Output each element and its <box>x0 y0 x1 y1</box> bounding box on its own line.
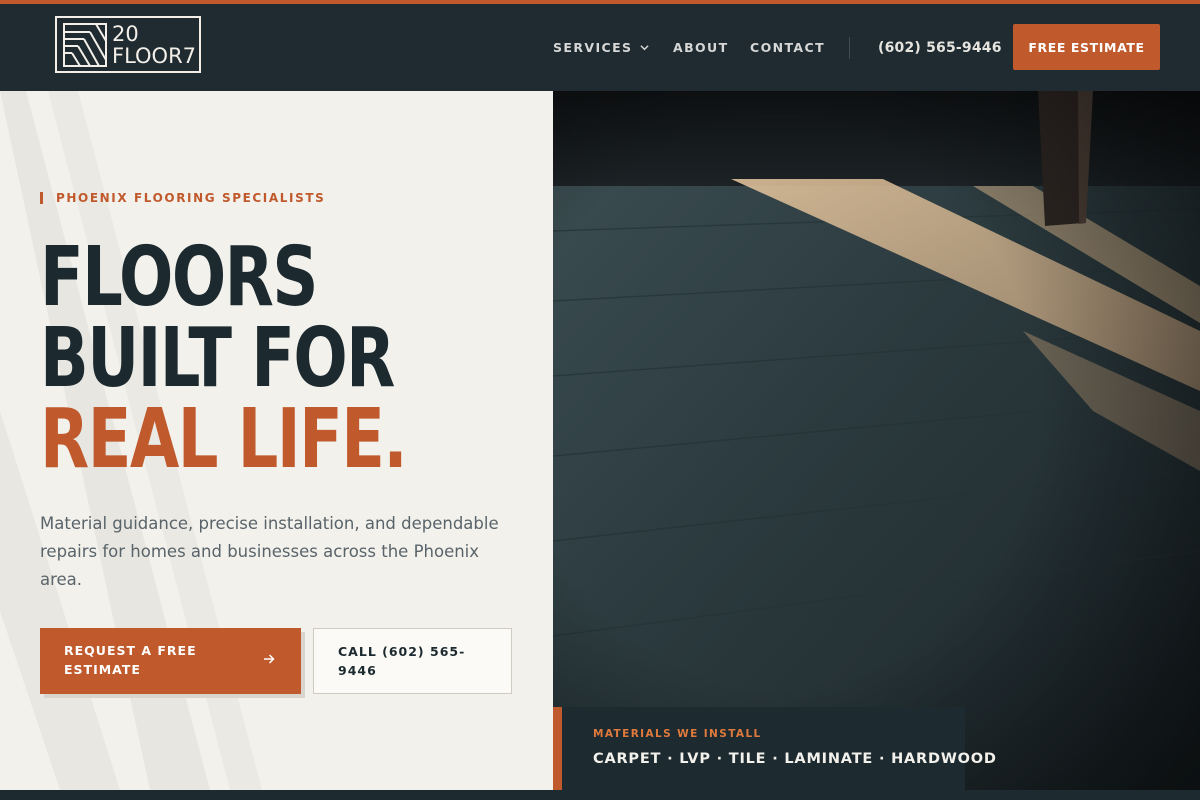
request-estimate-button[interactable]: REQUEST A FREE ESTIMATE <box>40 628 301 694</box>
site-logo[interactable]: 20 FLOOR7 <box>55 16 201 73</box>
nav-item-contact[interactable]: CONTACT <box>750 4 825 91</box>
floor-photo <box>553 91 1200 790</box>
nav-item-services[interactable]: SERVICES <box>553 4 650 91</box>
eyebrow-accent-bar <box>40 192 43 204</box>
call-button-label-1: CALL (602) 565- <box>338 644 466 659</box>
materials-list: CARPET · LVP · TILE · LAMINATE · HARDWOO… <box>593 751 997 767</box>
headline-line-3: REAL LIFE. <box>40 392 408 487</box>
hero-floor-image <box>553 91 1200 790</box>
headline-line-2: BUILT FOR <box>40 311 395 406</box>
nav-services-label: SERVICES <box>553 40 633 55</box>
hero-headline: FLOORS BUILT FOR REAL LIFE. <box>40 230 408 487</box>
next-section-strip <box>0 790 1200 800</box>
free-estimate-button[interactable]: FREE ESTIMATE <box>1013 24 1160 70</box>
header-phone-link[interactable]: (602) 565-9446 <box>878 4 1002 91</box>
hero-description: Material guidance, precise installation,… <box>40 514 499 589</box>
request-estimate-label-2: ESTIMATE <box>64 662 141 677</box>
nav-item-about[interactable]: ABOUT <box>673 4 729 91</box>
nav-about-label: ABOUT <box>673 40 729 55</box>
materials-card: MATERIALS WE INSTALL CARPET · LVP · TILE… <box>553 707 996 790</box>
call-button-label-2: 9446 <box>338 663 377 678</box>
eyebrow-text: PHOENIX FLOORING SPECIALISTS <box>56 191 326 205</box>
hero-content-panel: PHOENIX FLOORING SPECIALISTS FLOORS BUIL… <box>0 91 553 790</box>
arrow-right-icon <box>264 654 275 664</box>
logo-line-2: FLOOR7 <box>112 43 197 68</box>
chevron-down-icon <box>640 45 650 51</box>
call-phone-button[interactable]: CALL (602) 565- 9446 <box>313 628 512 694</box>
floor-planks-icon <box>63 22 107 67</box>
site-header: 20 FLOOR7 SERVICES ABOUT CONTACT (602) 5… <box>0 4 1200 91</box>
materials-accent-bar <box>553 707 562 790</box>
headline-line-1: FLOORS <box>40 230 318 325</box>
materials-label: MATERIALS WE INSTALL <box>593 728 762 740</box>
request-estimate-label-1: REQUEST A FREE <box>64 643 197 658</box>
nav-contact-label: CONTACT <box>750 40 825 55</box>
nav-divider <box>849 37 850 59</box>
hero-eyebrow: PHOENIX FLOORING SPECIALISTS <box>40 191 325 205</box>
logo-line-1: 20 <box>112 21 139 46</box>
logo-wordmark: 20 FLOOR7 <box>112 23 196 67</box>
